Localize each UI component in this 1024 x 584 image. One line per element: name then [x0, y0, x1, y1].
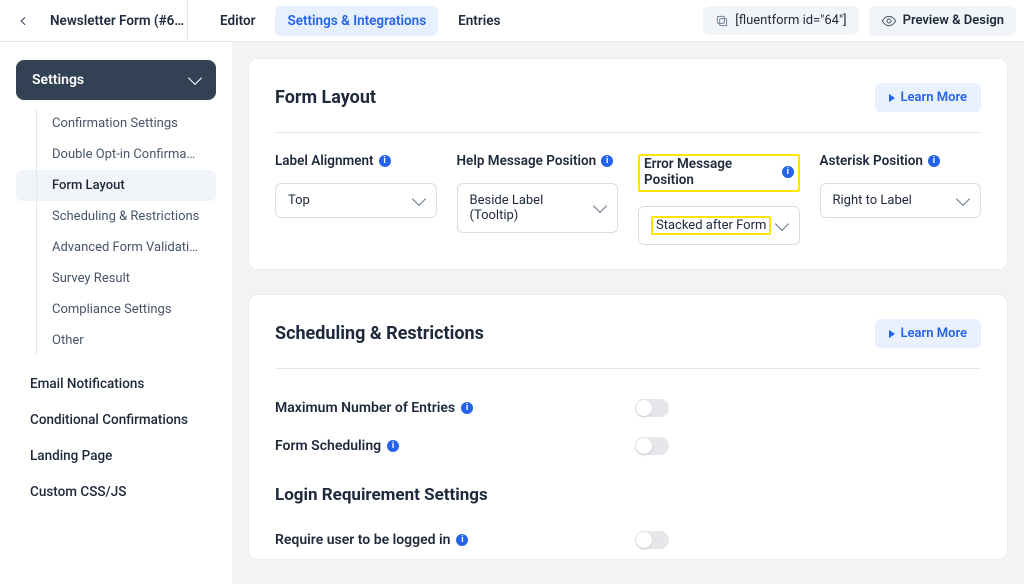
info-icon[interactable]: i — [928, 155, 940, 167]
content: Form Layout Learn More Label Alignment i… — [232, 42, 1024, 584]
top-header: Newsletter Form (#6… Editor Settings & I… — [0, 0, 1024, 42]
sidebar-custom-cssjs[interactable]: Custom CSS/JS — [16, 474, 216, 510]
chevron-down-icon — [593, 199, 607, 213]
eye-icon — [881, 13, 897, 29]
tree-survey-result[interactable]: Survey Result — [16, 263, 216, 294]
info-icon[interactable]: i — [782, 166, 793, 178]
label-alignment-select[interactable]: Top — [275, 183, 437, 218]
setting-form-scheduling: Form Scheduling i — [275, 427, 981, 465]
tree-double-optin[interactable]: Double Opt-in Confirma… — [16, 139, 216, 170]
tabs: Editor Settings & Integrations Entries — [208, 6, 512, 36]
require-login-toggle[interactable] — [635, 531, 669, 549]
tree-advanced-validation[interactable]: Advanced Form Validati… — [16, 232, 216, 263]
field-help-message: Help Message Position i Beside Label (To… — [457, 153, 619, 245]
info-icon[interactable]: i — [456, 534, 468, 546]
form-layout-title: Form Layout — [275, 87, 376, 108]
chevron-left-icon — [16, 14, 30, 28]
tree-form-layout[interactable]: Form Layout — [16, 170, 216, 201]
divider — [275, 368, 981, 369]
login-req-title: Login Requirement Settings — [275, 485, 981, 505]
field-error-message: Error Message Position i Stacked after F… — [638, 153, 800, 245]
sidebar-conditional-confirmations[interactable]: Conditional Confirmations — [16, 402, 216, 438]
form-scheduling-toggle[interactable] — [635, 437, 669, 455]
copy-icon — [715, 14, 729, 28]
label-alignment-label: Label Alignment i — [275, 153, 437, 169]
play-icon — [889, 94, 895, 102]
info-icon[interactable]: i — [387, 440, 399, 452]
shortcode-button[interactable]: [fluentform id="64"] — [703, 6, 858, 35]
form-scheduling-label: Form Scheduling i — [275, 438, 635, 454]
info-icon[interactable]: i — [461, 402, 473, 414]
asterisk-select[interactable]: Right to Label — [820, 183, 982, 218]
chevron-down-icon — [188, 71, 202, 85]
chevron-down-icon — [774, 216, 788, 230]
learn-more-button[interactable]: Learn More — [875, 83, 981, 112]
scheduling-card: Scheduling & Restrictions Learn More Max… — [248, 294, 1008, 560]
preview-label: Preview & Design — [903, 13, 1004, 28]
preview-button[interactable]: Preview & Design — [869, 6, 1016, 36]
setting-max-entries: Maximum Number of Entries i — [275, 389, 981, 427]
sidebar-landing-page[interactable]: Landing Page — [16, 438, 216, 474]
setting-require-login: Require user to be logged in i — [275, 521, 981, 549]
sidebar-settings-header[interactable]: Settings — [16, 60, 216, 100]
back-button[interactable] — [8, 6, 38, 36]
tree-scheduling[interactable]: Scheduling & Restrictions — [16, 201, 216, 232]
learn-more-label: Learn More — [901, 90, 967, 105]
sidebar: Settings Confirmation Settings Double Op… — [0, 42, 232, 584]
card-header: Form Layout Learn More — [275, 83, 981, 112]
field-asterisk: Asterisk Position i Right to Label — [820, 153, 982, 245]
error-message-label: Error Message Position i — [638, 154, 800, 192]
field-label-alignment: Label Alignment i Top — [275, 153, 437, 245]
shortcode-text: [fluentform id="64"] — [735, 13, 846, 28]
play-icon — [889, 330, 895, 338]
learn-more-label: Learn More — [901, 326, 967, 341]
help-message-label: Help Message Position i — [457, 153, 619, 169]
form-layout-card: Form Layout Learn More Label Alignment i… — [248, 58, 1008, 270]
scheduling-title: Scheduling & Restrictions — [275, 323, 484, 344]
divider — [275, 132, 981, 133]
tab-settings-integrations[interactable]: Settings & Integrations — [275, 6, 438, 36]
asterisk-label: Asterisk Position i — [820, 153, 982, 169]
body: Settings Confirmation Settings Double Op… — [0, 42, 1024, 584]
tree-compliance[interactable]: Compliance Settings — [16, 294, 216, 325]
info-icon[interactable]: i — [601, 155, 613, 167]
sidebar-title: Settings — [32, 72, 84, 88]
form-title[interactable]: Newsletter Form (#6… — [38, 0, 188, 41]
tree-confirmation-settings[interactable]: Confirmation Settings — [16, 108, 216, 139]
header-actions: [fluentform id="64"] Preview & Design — [703, 6, 1016, 36]
card-header: Scheduling & Restrictions Learn More — [275, 319, 981, 348]
chevron-down-icon — [411, 191, 425, 205]
error-message-select[interactable]: Stacked after Form — [638, 206, 800, 245]
info-icon[interactable]: i — [379, 155, 391, 167]
sidebar-email-notifications[interactable]: Email Notifications — [16, 366, 216, 402]
settings-tree: Confirmation Settings Double Opt-in Conf… — [16, 108, 216, 356]
require-login-label: Require user to be logged in i — [275, 532, 635, 548]
max-entries-label: Maximum Number of Entries i — [275, 400, 635, 416]
tab-entries[interactable]: Entries — [446, 6, 512, 36]
tree-other[interactable]: Other — [16, 325, 216, 356]
help-message-select[interactable]: Beside Label (Tooltip) — [457, 183, 619, 233]
form-layout-row: Label Alignment i Top Help Message Posit… — [275, 153, 981, 245]
tab-editor[interactable]: Editor — [208, 6, 267, 36]
chevron-down-icon — [956, 191, 970, 205]
learn-more-button[interactable]: Learn More — [875, 319, 981, 348]
max-entries-toggle[interactable] — [635, 399, 669, 417]
